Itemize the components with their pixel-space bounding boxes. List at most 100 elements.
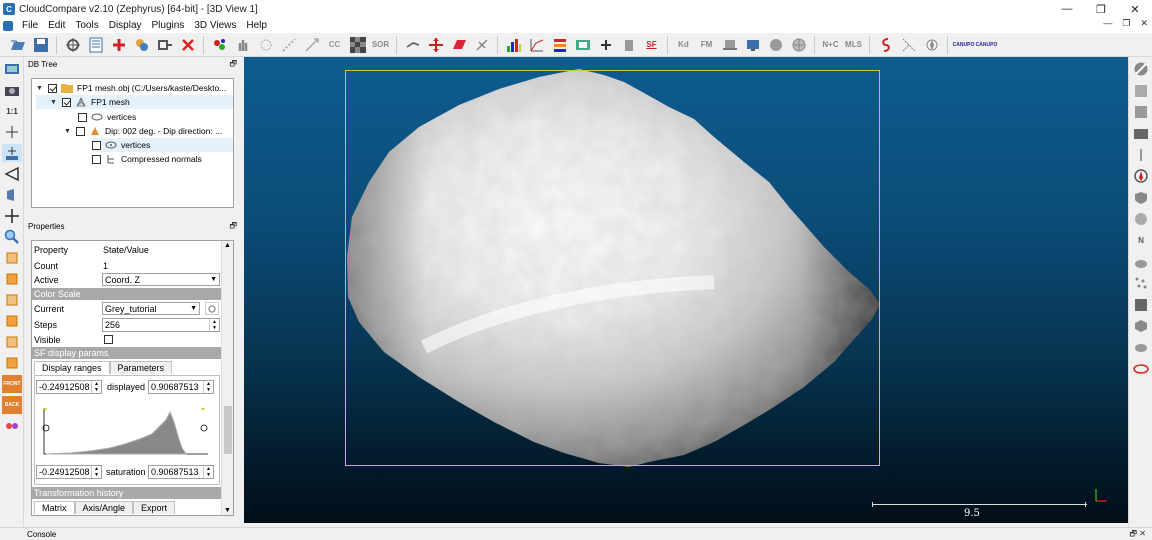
plane-icon[interactable] bbox=[404, 36, 422, 54]
fullscreen-icon[interactable] bbox=[2, 60, 22, 78]
properties-float-button[interactable]: 🗗 bbox=[229, 220, 237, 234]
menu-file[interactable]: File bbox=[17, 20, 43, 31]
color-scale-settings-icon[interactable] bbox=[205, 302, 219, 315]
spin-arrows-icon[interactable]: ▲ ▼ bbox=[209, 319, 219, 331]
globe-icon[interactable] bbox=[790, 36, 808, 54]
ransac-icon[interactable] bbox=[1131, 338, 1151, 356]
stereo-icon[interactable] bbox=[2, 417, 22, 435]
hexagon-icon[interactable] bbox=[1131, 317, 1151, 335]
hough-icon[interactable] bbox=[1131, 82, 1151, 100]
translate-icon[interactable] bbox=[427, 36, 445, 54]
move-icon[interactable] bbox=[2, 207, 22, 225]
sample-points-icon[interactable] bbox=[211, 36, 229, 54]
sf-arithmetic-icon[interactable]: SF bbox=[643, 36, 661, 54]
histogram-icon[interactable] bbox=[505, 36, 523, 54]
sf-filter-icon[interactable] bbox=[551, 36, 569, 54]
shield-icon[interactable] bbox=[1131, 189, 1151, 207]
dots-icon[interactable] bbox=[1131, 274, 1151, 292]
sphere-icon[interactable] bbox=[767, 36, 785, 54]
saturation-min-spinbox[interactable]: -0.24912508 ▲ ▼ bbox=[36, 465, 102, 479]
zoom-icon[interactable] bbox=[2, 228, 22, 246]
steps-spinbox[interactable]: 256 ▲ ▼ bbox=[102, 318, 220, 332]
pivot-icon[interactable] bbox=[2, 123, 22, 141]
visibility-checkbox[interactable] bbox=[78, 112, 87, 122]
fit-icon[interactable] bbox=[1131, 210, 1151, 228]
zoom-1to1-button[interactable]: 1:1 bbox=[2, 102, 22, 120]
spin-arrows-icon[interactable]: ▲ ▼ bbox=[91, 381, 101, 393]
tree-row-file[interactable]: ▼ FP1 mesh.obj (C:/Users/kaste/Deskto... bbox=[36, 81, 226, 95]
raster-icon[interactable] bbox=[1131, 103, 1151, 121]
crop-icon[interactable] bbox=[450, 36, 468, 54]
delete-icon[interactable] bbox=[179, 36, 197, 54]
view-right-icon[interactable] bbox=[2, 312, 22, 330]
facet-mesh-icon[interactable]: FM bbox=[698, 36, 716, 54]
tree-row-vertices[interactable]: vertices bbox=[78, 110, 136, 124]
monitor-icon[interactable] bbox=[744, 36, 762, 54]
restore-button[interactable]: ❐ bbox=[1084, 0, 1118, 18]
minimize-button[interactable]: — bbox=[1050, 0, 1084, 18]
clone-icon[interactable] bbox=[156, 36, 174, 54]
subsample-icon[interactable] bbox=[280, 36, 298, 54]
visibility-checkbox[interactable] bbox=[76, 126, 85, 136]
tab-parameters[interactable]: Parameters bbox=[109, 361, 173, 374]
normals-plugin-icon[interactable]: N bbox=[1131, 232, 1151, 250]
visible-checkbox[interactable] bbox=[104, 335, 113, 344]
active-sf-dropdown[interactable]: Coord. Z ▼ bbox=[102, 273, 220, 286]
film-icon[interactable] bbox=[1131, 125, 1151, 143]
spin-arrows-icon[interactable]: ▲ ▼ bbox=[203, 466, 213, 478]
mdi-minimize-button[interactable]: — bbox=[1103, 18, 1112, 29]
compass-icon[interactable] bbox=[923, 36, 941, 54]
console-controls[interactable]: 🗗 ✕ bbox=[1130, 528, 1146, 540]
mls-icon[interactable]: MLS bbox=[845, 36, 863, 54]
displayed-min-spinbox[interactable]: -0.24912508 ▲ ▼ bbox=[36, 380, 102, 394]
3d-view[interactable]: 9.5 bbox=[244, 57, 1128, 523]
noise-filter-icon[interactable] bbox=[257, 36, 275, 54]
canupo-create-icon[interactable]: CANUPO bbox=[953, 36, 975, 54]
tab-matrix[interactable]: Matrix bbox=[34, 501, 75, 514]
sor-filter-icon[interactable]: SOR bbox=[372, 36, 390, 54]
saturation-max-spinbox[interactable]: 0.90687513 ▲ ▼ bbox=[148, 465, 214, 479]
view-back-button[interactable]: BACK bbox=[2, 396, 22, 414]
menu-display[interactable]: Display bbox=[104, 20, 147, 31]
tree-row-facet-vertices[interactable]: vertices bbox=[92, 138, 233, 152]
sf-histogram[interactable] bbox=[40, 406, 210, 458]
properties-table[interactable]: Property State/Value Count 1 Active Coor… bbox=[31, 240, 234, 516]
menu-3d-views[interactable]: 3D Views bbox=[189, 20, 241, 31]
camera-icon[interactable] bbox=[2, 81, 22, 99]
tree-row-normals[interactable]: Compressed normals bbox=[92, 152, 202, 166]
tab-display-ranges[interactable]: Display ranges bbox=[34, 361, 110, 374]
hand-icon[interactable] bbox=[234, 36, 252, 54]
perspective-icon[interactable] bbox=[2, 165, 22, 183]
list-icon[interactable] bbox=[87, 36, 105, 54]
view-iso1-icon[interactable] bbox=[2, 333, 22, 351]
mdi-restore-button[interactable]: ❐ bbox=[1122, 18, 1130, 29]
visibility-checkbox[interactable] bbox=[48, 83, 57, 93]
canupo-classify-icon[interactable]: CANUPO bbox=[976, 36, 998, 54]
console-bar[interactable]: Console 🗗 ✕ bbox=[0, 527, 1152, 540]
kdtree-icon[interactable]: Kd bbox=[675, 36, 693, 54]
scroll-down-icon[interactable]: ▼ bbox=[224, 507, 231, 514]
dip-icon[interactable] bbox=[900, 36, 918, 54]
cc-icon[interactable]: CC bbox=[326, 36, 344, 54]
add-sf-icon[interactable] bbox=[597, 36, 615, 54]
menu-help[interactable]: Help bbox=[241, 20, 272, 31]
view-top-icon[interactable] bbox=[2, 249, 22, 267]
tree-row-facet[interactable]: ▼ Dip: 002 deg. - Dip direction: ... bbox=[64, 124, 222, 138]
compass-plugin-icon[interactable] bbox=[1131, 60, 1151, 78]
section-icon[interactable] bbox=[877, 36, 895, 54]
open-icon[interactable] bbox=[9, 36, 27, 54]
color-scale-dropdown[interactable]: Grey_tutorial ▼ bbox=[102, 302, 200, 315]
delete-sf-icon[interactable] bbox=[620, 36, 638, 54]
scroll-up-icon[interactable]: ▲ bbox=[224, 242, 231, 249]
distance-icon[interactable] bbox=[303, 36, 321, 54]
mdi-app-icon[interactable] bbox=[3, 20, 13, 31]
compass-rose-icon[interactable] bbox=[1131, 167, 1151, 185]
collapse-arrow-icon[interactable]: ▼ bbox=[50, 99, 62, 106]
cloud-icon[interactable] bbox=[1131, 253, 1151, 271]
tab-axis-angle[interactable]: Axis/Angle bbox=[74, 501, 134, 514]
gradient-icon[interactable] bbox=[528, 36, 546, 54]
m3c2-icon[interactable] bbox=[1131, 146, 1151, 164]
merge-icon[interactable] bbox=[133, 36, 151, 54]
save-icon[interactable] bbox=[32, 36, 50, 54]
pick-icon[interactable] bbox=[473, 36, 491, 54]
